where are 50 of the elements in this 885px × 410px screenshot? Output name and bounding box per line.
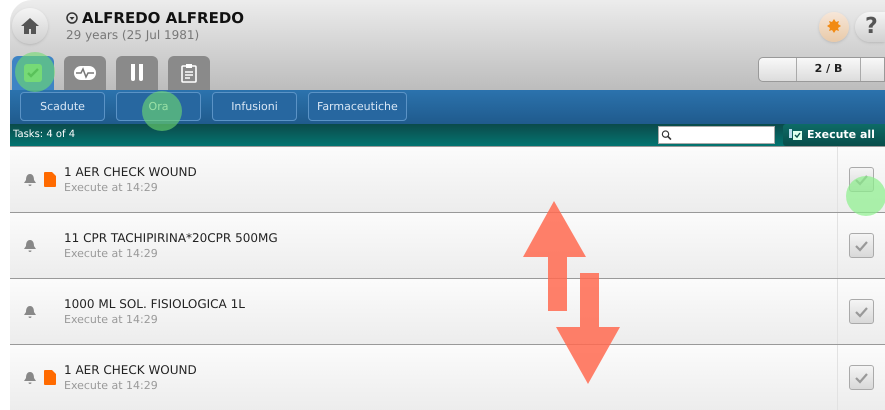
task-row[interactable]: 1 AER CHECK WOUND Execute at 14:29 xyxy=(10,344,885,410)
search-icon xyxy=(661,128,672,141)
bell-icon xyxy=(23,304,37,318)
location-label: 2 / B xyxy=(796,58,861,81)
patient-age: 29 years (25 Jul 1981) xyxy=(66,27,200,43)
home-button[interactable] xyxy=(12,8,48,44)
heartbeat-icon xyxy=(73,65,97,81)
filter-button[interactable]: Farmaceutiche xyxy=(308,92,407,122)
task-time: Execute at 14:29 xyxy=(64,180,159,196)
bell-icon xyxy=(23,370,37,384)
tab[interactable] xyxy=(64,56,106,90)
home-icon xyxy=(20,16,40,36)
patient-name: ALFREDO ALFREDO xyxy=(82,9,244,27)
execute-all-button[interactable]: Execute all xyxy=(783,124,885,146)
search-field[interactable] xyxy=(658,126,775,144)
location-selector[interactable]: 2 / B xyxy=(758,57,885,82)
task-title: 11 CPR TACHIPIRINA*20CPR 500MG xyxy=(64,230,278,246)
execute-button[interactable] xyxy=(849,233,874,258)
checkmark-icon xyxy=(854,372,869,384)
task-row[interactable]: 1000 ML SOL. FISIOLOGICA 1L Execute at 14:29 xyxy=(10,278,885,344)
clipboard-icon xyxy=(181,63,197,83)
task-title: 1 AER CHECK WOUND xyxy=(64,164,197,180)
filter-button[interactable]: Infusioni xyxy=(212,92,297,122)
bell-icon xyxy=(23,238,37,252)
alert-button[interactable] xyxy=(819,12,849,42)
execute-button[interactable] xyxy=(849,365,874,390)
tab[interactable] xyxy=(168,56,210,90)
task-row[interactable]: 1 AER CHECK WOUND Execute at 14:29 xyxy=(10,146,885,212)
help-button[interactable]: ? xyxy=(855,12,885,42)
task-row[interactable]: 11 CPR TACHIPIRINA*20CPR 500MG Execute at 14:29 xyxy=(10,212,885,278)
touch-indicator xyxy=(15,52,55,92)
test-tubes-icon xyxy=(129,63,145,83)
touch-indicator xyxy=(142,91,182,131)
tab[interactable] xyxy=(116,56,158,90)
task-time: Execute at 14:29 xyxy=(64,246,159,262)
filter-button[interactable]: Scadute xyxy=(20,92,105,122)
tab[interactable] xyxy=(12,56,54,90)
checklist-icon xyxy=(789,129,802,140)
bell-icon xyxy=(23,172,37,186)
checkmark-icon xyxy=(854,240,869,252)
execute-button[interactable] xyxy=(849,299,874,324)
task-title: 1000 ML SOL. FISIOLOGICA 1L xyxy=(64,296,245,312)
collapse-icon[interactable] xyxy=(66,12,78,24)
checkmark-icon xyxy=(23,63,43,83)
task-time: Execute at 14:29 xyxy=(64,378,159,394)
task-count: Tasks: 4 of 4 xyxy=(13,128,76,142)
checkmark-icon xyxy=(854,306,869,318)
alert-icon xyxy=(826,19,842,35)
task-time: Execute at 14:29 xyxy=(64,312,159,328)
task-title: 1 AER CHECK WOUND xyxy=(64,362,197,378)
